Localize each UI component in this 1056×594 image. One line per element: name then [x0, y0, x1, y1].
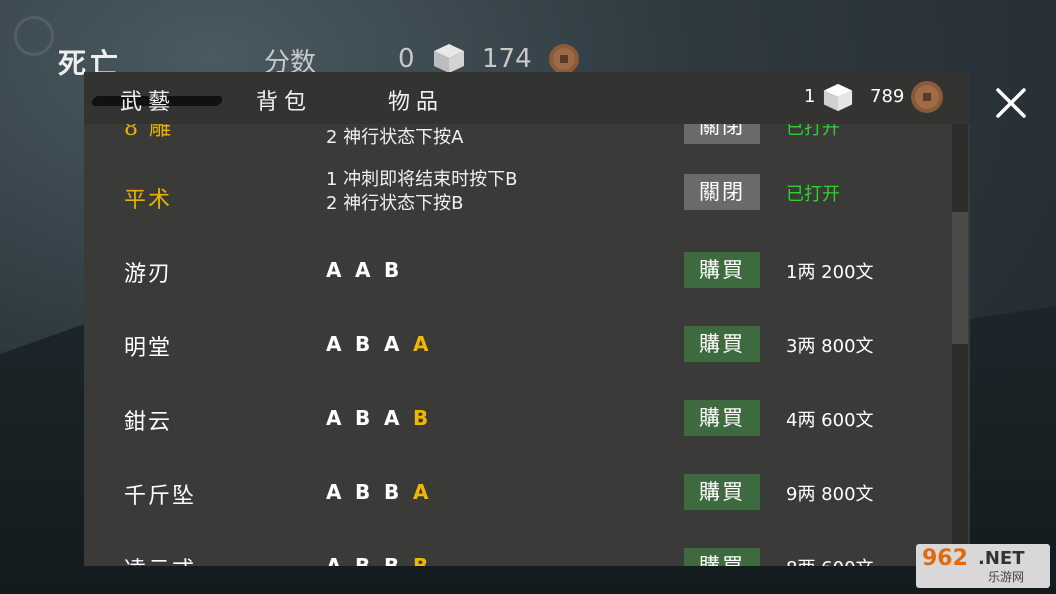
tab-bar: 武藝 背包 物品 1 789 — [84, 72, 970, 124]
key: A — [384, 406, 402, 430]
skill-row: 凌云式 ABBB 購買 8两 600文 — [84, 542, 950, 566]
tab-martial-arts[interactable]: 武藝 — [120, 84, 176, 116]
hud-ring-icon — [14, 16, 54, 56]
top-hud: 死亡 分数 0 174 — [0, 0, 1056, 80]
skill-row: 鉗云 ABAB 購買 4两 600文 — [84, 394, 950, 468]
key: A — [326, 406, 344, 430]
key-sequence: ABBB — [326, 554, 442, 566]
close-icon[interactable] — [992, 84, 1030, 122]
buy-button[interactable]: 購買 — [684, 400, 760, 436]
skill-combo: 2 神行状态下按A — [326, 126, 464, 150]
toggle-button[interactable]: 關閉 — [684, 174, 760, 210]
skill-row: 平术 1 冲刺即将结束时按下B 2 神行状态下按B 關閉 已打开 — [84, 168, 950, 242]
toggle-button[interactable]: 關閉 — [684, 124, 760, 144]
price-text: 8两 600文 — [786, 554, 874, 566]
key: A — [355, 258, 373, 282]
scrollbar-track[interactable] — [952, 124, 968, 566]
skill-row: 游刃 AAB 購買 1两 200文 — [84, 246, 950, 320]
key-sequence: ABBA — [326, 480, 442, 504]
cube-icon — [823, 83, 853, 112]
skill-name: 8 雕 — [124, 124, 173, 141]
scrollbar-thumb[interactable] — [952, 212, 968, 344]
coin-icon — [549, 44, 579, 74]
key: B — [384, 480, 402, 504]
price-text: 9两 800文 — [786, 484, 874, 505]
skills-panel: 武藝 背包 物品 1 789 8 雕 2 神行状态下按A 關閉 已打开 平术 1… — [84, 72, 970, 566]
buy-button[interactable]: 購買 — [684, 326, 760, 362]
skill-combo: 1 冲刺即将结束时按下B 2 神行状态下按B — [326, 168, 518, 216]
skill-name: 明堂 — [124, 336, 173, 361]
skill-row: 千斤坠 ABBA 購買 9两 800文 — [84, 468, 950, 542]
key: A — [326, 258, 344, 282]
skill-name: 凌云式 — [124, 552, 196, 566]
key: B — [384, 258, 402, 282]
skill-name: 千斤坠 — [124, 484, 197, 509]
key-sequence: AAB — [326, 258, 413, 282]
tab-items[interactable]: 物品 — [388, 84, 444, 116]
key: B — [355, 332, 373, 356]
key: B — [384, 554, 402, 566]
watermark-number: 962 — [922, 546, 968, 571]
price-text: 4两 600文 — [786, 410, 874, 431]
tab-backpack[interactable]: 背包 — [256, 84, 312, 116]
status-text: 已打开 — [786, 124, 840, 139]
wallet-cube-count: 1 — [804, 86, 816, 107]
buy-button[interactable]: 購買 — [684, 548, 760, 566]
key: A — [326, 332, 344, 356]
key: B — [355, 480, 373, 504]
status-text: 已打开 — [786, 184, 840, 205]
skill-list: 8 雕 2 神行状态下按A 關閉 已打开 平术 1 冲刺即将结束时按下B 2 神… — [84, 124, 950, 566]
key-final: A — [413, 480, 431, 504]
score-value: 0 — [398, 44, 415, 74]
buy-button[interactable]: 購買 — [684, 252, 760, 288]
skill-row: 明堂 ABAA 購買 3两 800文 — [84, 320, 950, 394]
price-text: 1两 200文 — [786, 262, 874, 283]
key: A — [384, 332, 402, 356]
key-sequence: ABAB — [326, 406, 442, 430]
combo-line: 2 神行状态下按A — [326, 127, 464, 148]
skill-name: 游刃 — [124, 262, 173, 287]
key-final: B — [413, 554, 431, 566]
key: A — [326, 480, 344, 504]
key: B — [355, 554, 373, 566]
key-final: A — [413, 332, 431, 356]
buy-button[interactable]: 購買 — [684, 474, 760, 510]
skill-name: 鉗云 — [124, 410, 173, 435]
watermark-sub: 乐游网 — [988, 570, 1025, 584]
site-watermark: 962 .NET 乐游网 — [916, 544, 1050, 588]
wallet-coin-count: 789 — [870, 86, 905, 107]
cube-icon — [434, 44, 464, 73]
hud-coin-count: 174 — [482, 44, 532, 74]
key: B — [355, 406, 373, 430]
price-text: 3两 800文 — [786, 336, 874, 357]
skill-name: 平术 — [124, 188, 173, 213]
key-final: B — [413, 406, 431, 430]
key-sequence: ABAA — [326, 332, 442, 356]
coin-icon — [911, 81, 943, 113]
combo-line: 2 神行状态下按B — [326, 193, 464, 214]
combo-line: 1 冲刺即将结束时按下B — [326, 169, 518, 190]
key: A — [326, 554, 344, 566]
watermark-net: .NET — [978, 548, 1025, 569]
